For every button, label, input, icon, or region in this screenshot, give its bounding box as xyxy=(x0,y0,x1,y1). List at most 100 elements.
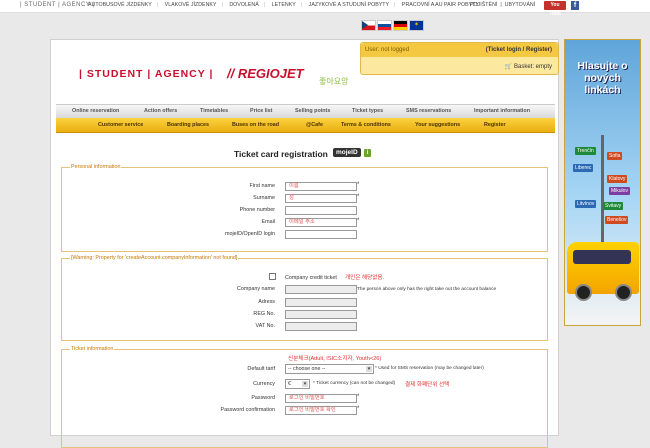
sign-klatovy: Klatovy xyxy=(607,175,628,183)
default-tariff-select[interactable]: -- choose one -- ▾ xyxy=(285,364,374,374)
sign-benesov: Benešov xyxy=(605,216,629,224)
vat-no-label: VAT No. xyxy=(255,323,275,329)
sign-mikulov: Mikulov xyxy=(609,187,630,195)
menu-action-offers[interactable]: Action offers xyxy=(144,108,177,114)
company-name-input[interactable] xyxy=(285,285,357,294)
sign-sofia: Sofia xyxy=(607,152,623,160)
currency-label: Currency xyxy=(253,381,275,387)
password-label: Password xyxy=(251,395,275,401)
phone-input[interactable] xyxy=(285,206,357,215)
currency-note-text: Ticket currency (can not be changed) xyxy=(316,381,396,386)
default-tariff-note-text: Used for SMS reservation (may be changed… xyxy=(378,366,484,371)
top-nav-train-tickets[interactable]: VLAKOVÉ JÍZDENKY xyxy=(165,2,217,8)
ticket-information-legend: Ticket information xyxy=(71,346,114,352)
submenu-terms[interactable]: Terms & conditions xyxy=(341,122,391,128)
company-credit-checkbox[interactable] xyxy=(269,273,276,280)
submenu-buses-on-road[interactable]: Buses on the road xyxy=(232,122,279,128)
reg-no-label: REG No. xyxy=(253,311,275,317)
czech-flag-icon[interactable] xyxy=(361,20,376,31)
chevron-down-icon: ▾ xyxy=(302,381,308,387)
password-confirmation-label: Password confirmation xyxy=(220,407,275,413)
info-icon[interactable]: i xyxy=(364,149,371,157)
sign-liberec: Liberec xyxy=(573,164,594,172)
yellow-bus-image xyxy=(567,242,639,301)
eu-flag-icon[interactable]: ✶ xyxy=(409,20,424,31)
menu-ticket-types[interactable]: Ticket types xyxy=(352,108,383,114)
first-name-input[interactable]: 이름 xyxy=(285,182,357,191)
submenu-boarding-places[interactable]: Boarding places xyxy=(167,122,209,128)
first-name-required-mark: * xyxy=(357,182,360,188)
surname-input[interactable]: 성 xyxy=(285,194,357,203)
submenu-suggestions[interactable]: Your suggestions xyxy=(415,122,460,128)
login-status: User: not logged xyxy=(365,47,410,53)
company-balance-note: The person above only has the right take… xyxy=(357,287,497,292)
top-nav-flights[interactable]: LETENKY xyxy=(272,2,296,8)
bus-window xyxy=(573,250,631,264)
menu-online-reservation[interactable]: Online reservation xyxy=(72,108,119,114)
main-menu: Online reservation Action offers Timetab… xyxy=(56,104,555,118)
email-required-mark: * xyxy=(357,218,360,224)
student-agency-logo[interactable]: | STUDENT | AGENCY | xyxy=(79,68,213,80)
company-information-legend: [Warning: Property for 'createAccount.co… xyxy=(71,255,238,261)
menu-important-information[interactable]: Important information xyxy=(474,108,530,114)
currency-note-mark: * xyxy=(313,381,315,386)
company-credit-label: Company credit ticket xyxy=(285,275,337,281)
top-nav-accommodation[interactable]: UBYTOVÁNÍ xyxy=(505,2,536,8)
email-label: Email xyxy=(261,219,275,225)
submenu-cafe[interactable]: @Cafe xyxy=(306,122,323,128)
top-nav-right-links: POJIŠTĚNÍ | UBYTOVÁNÍ xyxy=(470,2,536,8)
reg-no-input[interactable] xyxy=(285,310,357,319)
korean-watermark-logo: 좋아요앙 xyxy=(319,77,349,86)
address-label: Adress xyxy=(258,299,275,305)
currency-korean-note: 결제 화폐단위 선택 xyxy=(405,382,450,388)
menu-sms-reservations[interactable]: SMS reservations xyxy=(406,108,451,114)
bus-wheel xyxy=(575,284,592,301)
sign-svitavy: Svitavy xyxy=(603,202,624,210)
mojeid-login-input[interactable] xyxy=(285,230,357,239)
currency-select[interactable]: € ▾ xyxy=(285,379,310,389)
sub-menu: Customer service Boarding places Buses o… xyxy=(56,118,555,133)
top-nav-insurance[interactable]: POJIŠTĚNÍ xyxy=(470,2,497,8)
submenu-register[interactable]: Register xyxy=(484,122,506,128)
main-content-card: | STUDENT | AGENCY | // REGIOJET 좋아요앙 Us… xyxy=(50,39,559,448)
default-tariff-label: Default tarif xyxy=(247,366,275,372)
mojeid-login-label: mojeID/OpenID login xyxy=(224,231,275,237)
student-agency-top-logo[interactable]: | STUDENT | AGENCY | xyxy=(20,2,94,8)
email-input[interactable]: 이메일 주소 xyxy=(285,218,357,227)
top-navigation-bar: | STUDENT | AGENCY | AUTOBUSOVÉ JÍZDENKY… xyxy=(0,0,650,17)
top-nav-work-au-pair[interactable]: PRACOVNÍ A AU PAIR POBYTY xyxy=(402,2,479,8)
bus-wheel xyxy=(615,284,632,301)
password-confirmation-input[interactable]: 로그인 비밀번호 확인 xyxy=(285,406,357,415)
default-tariff-note-mark: * xyxy=(375,366,377,371)
top-nav-bus-tickets[interactable]: AUTOBUSOVÉ JÍZDENKY xyxy=(88,2,152,8)
sign-trencin: Trenčín xyxy=(575,147,596,155)
top-nav-language-study[interactable]: JAZYKOVÉ A STUDIJNÍ POBYTY xyxy=(309,2,389,8)
menu-selling-points[interactable]: Selling points xyxy=(295,108,330,114)
youtube-icon[interactable]: You Tube xyxy=(544,1,566,17)
login-register-link[interactable]: (Ticket login / Register) xyxy=(486,47,552,53)
menu-timetables[interactable]: Timetables xyxy=(200,108,228,114)
slovak-flag-icon[interactable] xyxy=(377,20,392,31)
basket-icon: 🛒 xyxy=(504,64,513,70)
sign-litvinov: Litvínov xyxy=(575,200,597,208)
german-flag-icon[interactable] xyxy=(393,20,408,31)
vote-new-lines-ad-banner[interactable]: Hlasujte o nových linkách Trenčín Sofia … xyxy=(564,39,641,326)
signpost-pole xyxy=(601,135,604,245)
facebook-icon[interactable]: f xyxy=(571,1,579,10)
login-box: User: not logged (Ticket login / Registe… xyxy=(360,42,559,75)
top-nav-holidays[interactable]: DOVOLENÁ xyxy=(229,2,258,8)
regiojet-logo[interactable]: // REGIOJET xyxy=(227,66,304,81)
basket-status[interactable]: 🛒 Basket: empty xyxy=(505,63,552,70)
mojeid-badge[interactable]: mojeID xyxy=(333,148,361,157)
password-input[interactable]: 로그인 비밀번호 xyxy=(285,394,357,403)
menu-price-list[interactable]: Price list xyxy=(250,108,272,114)
default-tariff-value: -- choose one -- xyxy=(288,366,326,372)
password-required-mark: * xyxy=(357,394,360,400)
chevron-down-icon: ▾ xyxy=(366,366,372,372)
basket-label: Basket: empty xyxy=(513,64,552,70)
vat-no-input[interactable] xyxy=(285,322,357,331)
address-input[interactable] xyxy=(285,298,357,307)
submenu-customer-service[interactable]: Customer service xyxy=(98,122,143,128)
ad-headline: Hlasujte o nových linkách xyxy=(577,60,628,96)
currency-value: € xyxy=(288,381,291,387)
